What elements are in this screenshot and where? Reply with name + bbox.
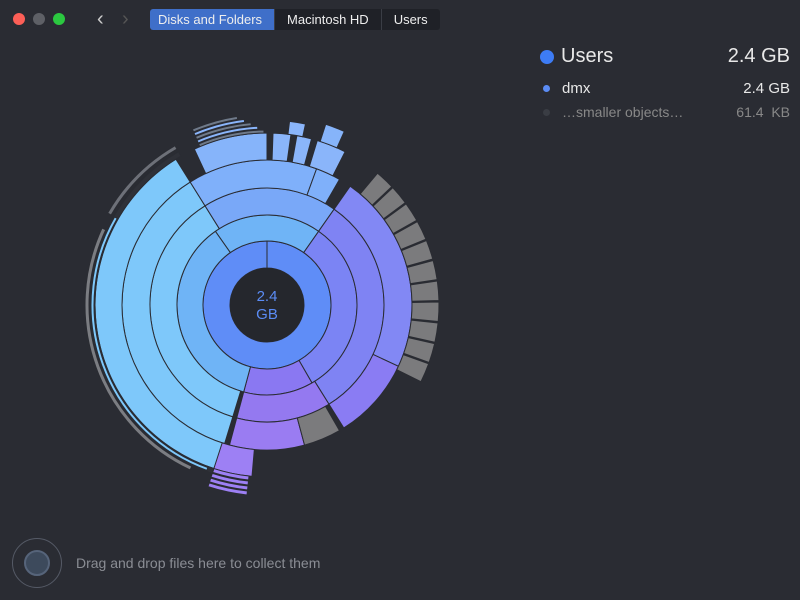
- sunburst-segment[interactable]: [288, 121, 306, 136]
- sunburst-segment[interactable]: [411, 281, 439, 301]
- sunburst-segment[interactable]: [229, 418, 304, 450]
- center-unit: GB: [256, 306, 278, 323]
- drop-hint: Drag and drop files here to collect them: [76, 555, 320, 571]
- sunburst-segment[interactable]: [292, 136, 311, 165]
- sunburst-segment[interactable]: [411, 302, 439, 321]
- collector-icon: [24, 550, 50, 576]
- sunburst-segment[interactable]: [272, 133, 291, 161]
- center-hole[interactable]: [230, 268, 304, 342]
- center-size: 2.4: [257, 288, 278, 305]
- sunburst-chart[interactable]: 2.4 GB: [0, 0, 800, 600]
- collector-drop-zone[interactable]: [12, 538, 62, 588]
